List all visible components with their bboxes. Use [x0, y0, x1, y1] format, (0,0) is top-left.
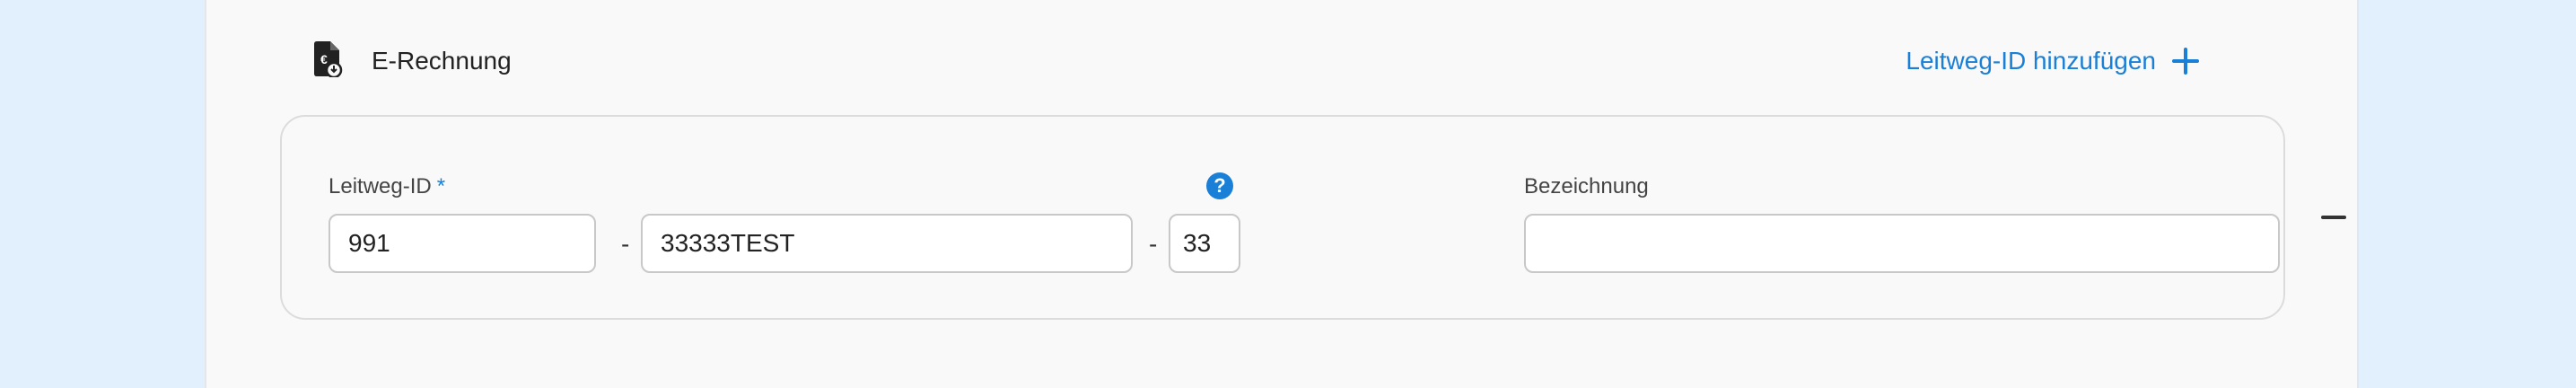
add-leitweg-id-link[interactable]: Leitweg-ID hinzufügen — [1906, 36, 2199, 86]
bezeichnung-input[interactable] — [1524, 214, 2280, 273]
document-euro-icon: € — [314, 41, 343, 77]
leitweg-id-part3-input[interactable] — [1169, 214, 1240, 273]
separator-dash: - — [1149, 230, 1158, 258]
add-leitweg-id-label: Leitweg-ID hinzufügen — [1906, 47, 2156, 75]
leitweg-id-part2-input[interactable] — [641, 214, 1133, 273]
section-header: € E-Rechnung Leitweg-ID hinzufügen — [206, 0, 2357, 117]
separator-dash: - — [621, 230, 630, 258]
required-marker: * — [436, 174, 446, 198]
section-title: E-Rechnung — [372, 47, 512, 75]
plus-icon[interactable] — [2172, 48, 2199, 75]
minus-icon[interactable] — [2321, 216, 2346, 219]
bezeichnung-label: Bezeichnung — [1524, 174, 1649, 198]
svg-text:€: € — [320, 52, 328, 66]
e-rechnung-panel: € E-Rechnung Leitweg-ID hinzufügen Leitw… — [205, 0, 2359, 388]
help-icon[interactable]: ? — [1206, 172, 1233, 199]
leitweg-id-card: Leitweg-ID* ? - - Bezeichnung — [280, 115, 2285, 320]
leitweg-id-part1-input[interactable] — [329, 214, 596, 273]
leitweg-id-label: Leitweg-ID * — [329, 174, 446, 198]
